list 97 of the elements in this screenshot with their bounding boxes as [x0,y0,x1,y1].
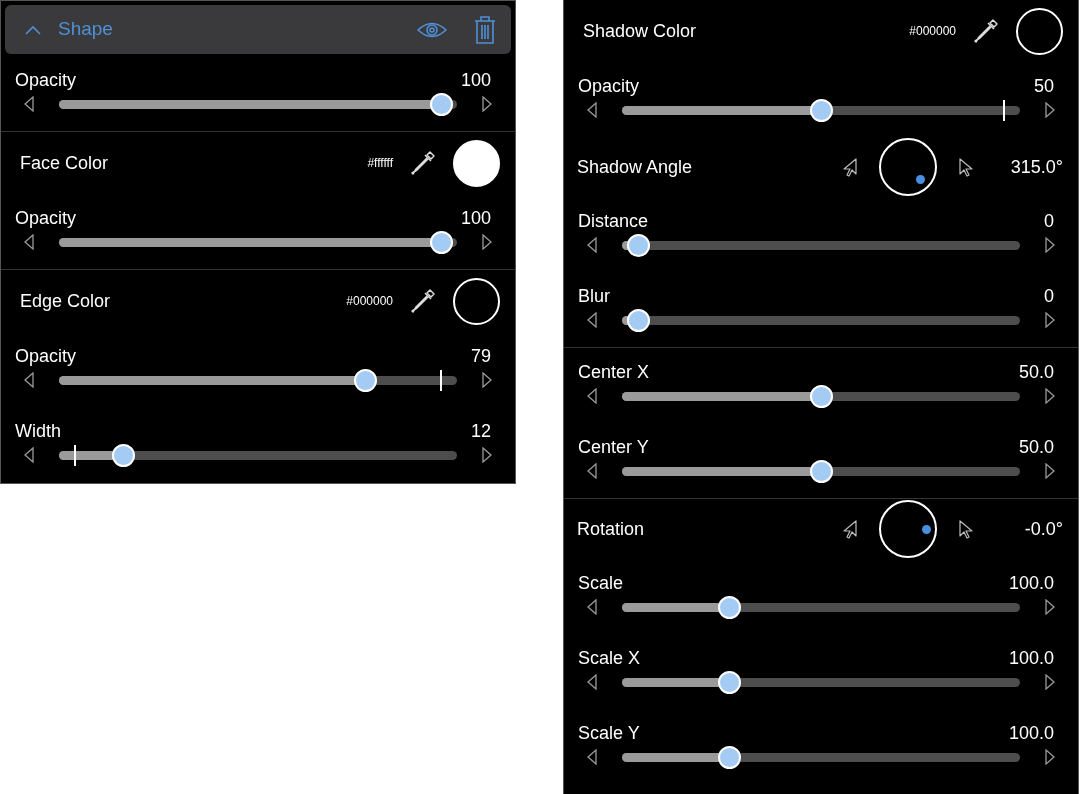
slider-value: 100.0 [1008,722,1054,745]
slider-label: Opacity [15,69,77,92]
increase-icon[interactable] [1044,237,1056,253]
decrease-icon[interactable] [23,447,35,463]
slider-label: Blur [578,285,610,308]
hex-value: #ffffff [367,155,393,172]
dial-label: Shadow Angle [577,155,694,179]
slider[interactable] [622,459,1020,483]
color-label: Face Color [20,151,110,175]
color-label: Edge Color [20,289,112,313]
decrease-icon[interactable] [586,463,598,479]
slider-label: Scale Y [578,722,640,745]
slider-thumb[interactable] [718,596,742,619]
chevron-up-icon[interactable] [24,23,42,36]
slider[interactable] [59,443,457,467]
slider-thumb[interactable] [430,93,454,116]
slider-thumb[interactable] [354,369,378,392]
eyedropper-icon[interactable] [409,149,437,177]
decrease-icon[interactable] [586,388,598,404]
angle-dial[interactable] [879,138,937,196]
color-swatch[interactable] [1016,7,1063,55]
slider[interactable] [622,98,1020,122]
decrease-icon[interactable] [586,312,598,328]
hex-value: #000000 [346,293,393,310]
decrease-icon[interactable] [586,674,598,690]
increase-icon[interactable] [1044,312,1056,328]
slider-thumb[interactable] [111,444,135,467]
slider-value: 12 [470,420,491,443]
increase-icon[interactable] [481,96,493,112]
decrease-icon[interactable] [586,237,598,253]
decrease-icon[interactable] [586,749,598,765]
slider-label: Center X [578,361,650,384]
slider[interactable] [622,595,1020,619]
color-label: Shadow Color [583,19,698,43]
slider[interactable] [622,670,1020,694]
decrease-icon[interactable] [23,372,35,388]
slider-thumb[interactable] [626,309,650,332]
trash-icon[interactable] [473,14,497,45]
slider-value: 0 [1044,285,1054,308]
eyedropper-icon[interactable] [972,17,1000,45]
increase-icon[interactable] [1044,463,1056,479]
slider-label: Distance [578,210,649,233]
increase-icon[interactable] [481,372,493,388]
slider-label: Scale [578,572,624,595]
dial-label: Rotation [577,517,646,541]
increase-icon[interactable] [1044,102,1056,118]
slider-thumb[interactable] [810,99,833,122]
decrease-icon[interactable] [23,96,35,112]
slider-label: Opacity [578,75,640,98]
hex-value: #000000 [909,23,956,40]
color-swatch[interactable] [453,139,500,187]
cursor-icon[interactable] [841,519,859,539]
cursor-icon[interactable] [841,157,859,177]
slider-label: Width [15,420,61,443]
slider-value: 0 [1044,210,1054,233]
slider-thumb[interactable] [718,671,742,694]
decrease-icon[interactable] [586,599,598,615]
slider-value: 50 [1033,75,1054,98]
slider-value: 100 [460,69,491,92]
slider-thumb[interactable] [430,231,454,254]
increase-icon[interactable] [481,447,493,463]
angle-value: 315.0° [1009,155,1063,179]
angle-dial[interactable] [879,500,937,558]
increase-icon[interactable] [1044,388,1056,404]
slider-thumb[interactable] [810,385,833,408]
slider-label: Opacity [15,345,77,368]
slider[interactable] [622,308,1020,332]
slider[interactable] [622,745,1020,769]
slider-label: Center Y [578,436,649,459]
slider-value: 100.0 [1008,572,1054,595]
decrease-icon[interactable] [23,234,35,250]
slider-value: 79 [470,345,491,368]
eyedropper-icon[interactable] [409,287,437,315]
increase-icon[interactable] [1044,599,1056,615]
increase-icon[interactable] [1044,674,1056,690]
slider[interactable] [59,230,457,254]
slider[interactable] [622,233,1020,257]
cursor-icon[interactable] [957,157,975,177]
angle-value: -0.0° [1023,517,1063,541]
slider[interactable] [622,384,1020,408]
panel-title: Shape [58,17,114,42]
slider-value: 100 [460,207,491,230]
increase-icon[interactable] [481,234,493,250]
slider-value: 100.0 [1008,647,1054,670]
slider-label: Opacity [15,207,77,230]
increase-icon[interactable] [1044,749,1056,765]
slider-label: Scale X [578,647,641,670]
slider[interactable] [59,368,457,392]
slider[interactable] [59,92,457,116]
slider-thumb[interactable] [626,234,650,257]
decrease-icon[interactable] [586,102,598,118]
slider-value: 50.0 [1018,436,1054,459]
cursor-icon[interactable] [957,519,975,539]
slider-value: 50.0 [1018,361,1054,384]
slider-thumb[interactable] [810,460,833,483]
color-swatch[interactable] [453,277,500,325]
slider-thumb[interactable] [718,746,742,769]
